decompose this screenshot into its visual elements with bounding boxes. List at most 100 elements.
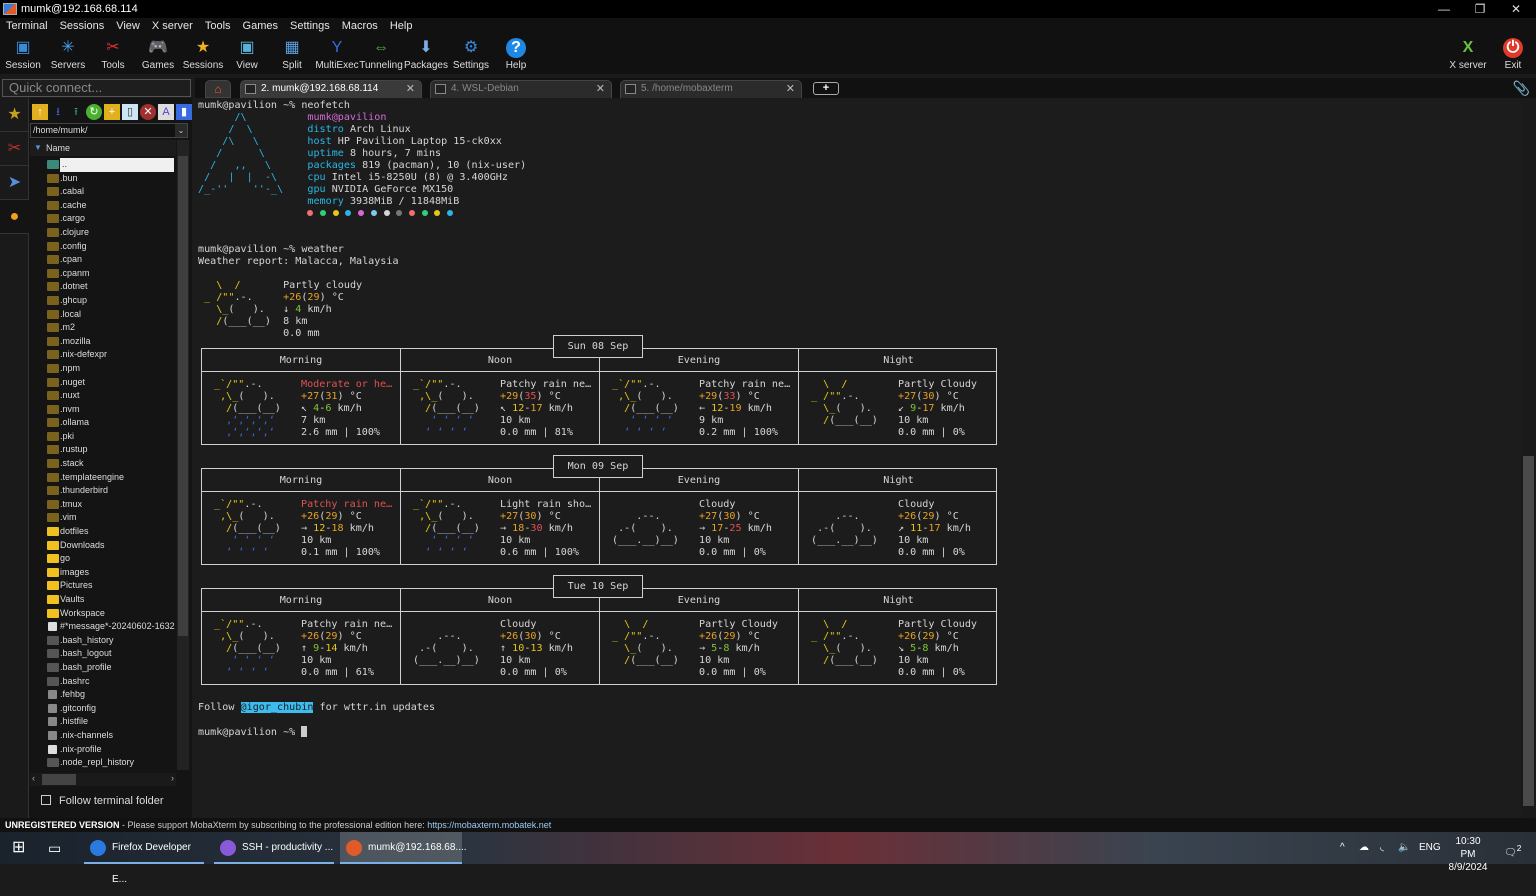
file-list-item[interactable]: .thunderbird: [30, 484, 176, 498]
menu-settings[interactable]: Settings: [284, 20, 336, 32]
path-input[interactable]: /home/mumk/ ⌄: [30, 123, 188, 138]
toolbar-games-button[interactable]: 🎮 Games: [135, 36, 181, 74]
notifications-icon[interactable]: 🗨2: [1504, 832, 1521, 864]
minimize-button[interactable]: —: [1427, 0, 1461, 18]
file-list-item[interactable]: #*message*-20240602-1632: [30, 620, 176, 634]
terminal[interactable]: mumk@pavilion ~% neofetch /\ mumk@pavili…: [193, 98, 1521, 818]
chevron-down-icon[interactable]: ⌄: [175, 124, 187, 137]
file-list-item[interactable]: .vim: [30, 511, 176, 525]
toolbar-x-server-button[interactable]: X X server: [1445, 36, 1491, 74]
menu-view[interactable]: View: [110, 20, 146, 32]
file-list-item[interactable]: Workspace: [30, 607, 176, 621]
attach-icon[interactable]: 📎: [1513, 80, 1530, 97]
taskbar-app[interactable]: SSH - productivity ...: [214, 832, 334, 864]
file-list-item[interactable]: .bun: [30, 172, 176, 186]
file-list-item[interactable]: .nuxt: [30, 389, 176, 403]
file-list-scrollbar[interactable]: [177, 140, 189, 770]
file-list-item[interactable]: go: [30, 552, 176, 566]
menu-terminal[interactable]: Terminal: [0, 20, 54, 32]
toolbar-help-button[interactable]: ? Help: [493, 36, 539, 74]
file-list-item[interactable]: .cpanm: [30, 267, 176, 281]
sftp-tab[interactable]: ●: [0, 200, 29, 234]
toolbar-session-button[interactable]: ▣ Session: [0, 36, 46, 74]
home-tab[interactable]: ⌂: [205, 80, 231, 98]
scroll-left-icon[interactable]: ‹: [32, 773, 35, 783]
file-list-item[interactable]: Downloads: [30, 539, 176, 553]
delete-icon[interactable]: ✕: [140, 103, 156, 120]
toolbar-split-button[interactable]: ▦ Split: [269, 36, 315, 74]
menu-games[interactable]: Games: [237, 20, 284, 32]
quick-connect-input[interactable]: Quick connect...: [2, 79, 191, 97]
file-list-item[interactable]: .bash_logout: [30, 647, 176, 661]
clock[interactable]: 10:30 PM 8/9/2024: [1448, 832, 1488, 873]
download-icon[interactable]: ⭳: [50, 104, 66, 120]
view-toggle-icon[interactable]: ▮: [176, 103, 192, 120]
upload-icon[interactable]: ⭱: [68, 104, 84, 120]
file-list-item[interactable]: .cache: [30, 199, 176, 213]
file-list-item[interactable]: dotfiles: [30, 525, 176, 539]
support-link[interactable]: https://mobaxterm.mobatek.net: [427, 820, 551, 830]
file-list-item[interactable]: .cargo: [30, 212, 176, 226]
file-list-item[interactable]: .bash_history: [30, 634, 176, 648]
file-list-item[interactable]: Vaults: [30, 593, 176, 607]
task-view-icon[interactable]: ▭: [48, 832, 61, 864]
refresh-icon[interactable]: ↻: [86, 103, 102, 120]
taskbar-app[interactable]: Firefox Developer E...: [84, 832, 204, 885]
checkbox[interactable]: [41, 795, 51, 805]
toolbar-tools-button[interactable]: ✂ Tools: [90, 36, 136, 74]
twitter-handle-link[interactable]: @igor_chubin: [240, 702, 314, 713]
menu-x-server[interactable]: X server: [146, 20, 199, 32]
close-window-button[interactable]: ✕: [1499, 0, 1533, 18]
file-list-item[interactable]: .local: [30, 308, 176, 322]
toolbar-sessions-button[interactable]: ★ Sessions: [180, 36, 226, 74]
file-list-item[interactable]: .fehbg: [30, 688, 176, 702]
session-tab[interactable]: 2. mumk@192.168.68.114 ✕: [240, 80, 422, 98]
toolbar-exit-button[interactable]: ⏻ Exit: [1490, 36, 1536, 74]
menu-sessions[interactable]: Sessions: [54, 20, 111, 32]
file-list-item[interactable]: images: [30, 566, 176, 580]
file-list-item[interactable]: .bashrc: [30, 675, 176, 689]
menu-tools[interactable]: Tools: [199, 20, 237, 32]
macros-tab[interactable]: ➤: [0, 166, 29, 200]
file-list-item[interactable]: .nix-profile: [30, 743, 176, 757]
scroll-right-icon[interactable]: ›: [171, 773, 174, 783]
close-tab-icon[interactable]: ✕: [786, 81, 795, 97]
scrollbar-thumb[interactable]: [178, 156, 188, 636]
file-list-item[interactable]: .nix-channels: [30, 729, 176, 743]
follow-terminal-folder-checkbox[interactable]: Follow terminal folder: [41, 795, 164, 807]
scrollbar-thumb[interactable]: [1523, 456, 1534, 806]
file-list-item[interactable]: .bash_profile: [30, 661, 176, 675]
taskbar-app[interactable]: mumk@192.168.68....: [340, 832, 467, 864]
file-list-item[interactable]: .config: [30, 240, 176, 254]
file-list-item[interactable]: .rustup: [30, 443, 176, 457]
file-list-item[interactable]: .ollama: [30, 416, 176, 430]
file-list-item[interactable]: Pictures: [30, 579, 176, 593]
new-tab-button[interactable]: +: [813, 82, 839, 95]
file-list-item[interactable]: .ghcup: [30, 294, 176, 308]
name-column-header[interactable]: ▼ Name: [30, 140, 176, 156]
file-list-item[interactable]: .pki: [30, 430, 176, 444]
file-list-item[interactable]: .m2: [30, 321, 176, 335]
file-list-item[interactable]: .cpan: [30, 253, 176, 267]
file-list-item[interactable]: .clojure: [30, 226, 176, 240]
volume-icon[interactable]: 🔈: [1398, 832, 1410, 864]
parent-dir-icon[interactable]: ↑: [32, 103, 48, 120]
toolbar-view-button[interactable]: ▣ View: [224, 36, 270, 74]
session-tab[interactable]: 5. /home/mobaxterm ✕: [620, 80, 802, 98]
session-tab[interactable]: 4. WSL-Debian ✕: [430, 80, 612, 98]
close-tab-icon[interactable]: ✕: [596, 81, 605, 97]
sessions-star-tab[interactable]: ★: [0, 98, 29, 132]
file-list-item[interactable]: .nuget: [30, 376, 176, 390]
tools-tab[interactable]: ✂: [0, 132, 29, 166]
toolbar-packages-button[interactable]: ⬇ Packages: [403, 36, 449, 74]
file-list-item[interactable]: .dotnet: [30, 280, 176, 294]
horizontal-scrollbar[interactable]: ‹ ›: [30, 773, 176, 786]
file-list-item[interactable]: .templateengine: [30, 471, 176, 485]
tray-chevron-icon[interactable]: ^: [1340, 832, 1345, 864]
restore-button[interactable]: ❐: [1463, 0, 1497, 18]
toolbar-multiexec-button[interactable]: Y MultiExec: [314, 36, 360, 74]
file-list-item[interactable]: .cabal: [30, 185, 176, 199]
file-list-item[interactable]: .node_repl_history: [30, 756, 176, 770]
close-tab-icon[interactable]: ✕: [406, 81, 415, 97]
menu-macros[interactable]: Macros: [336, 20, 384, 32]
